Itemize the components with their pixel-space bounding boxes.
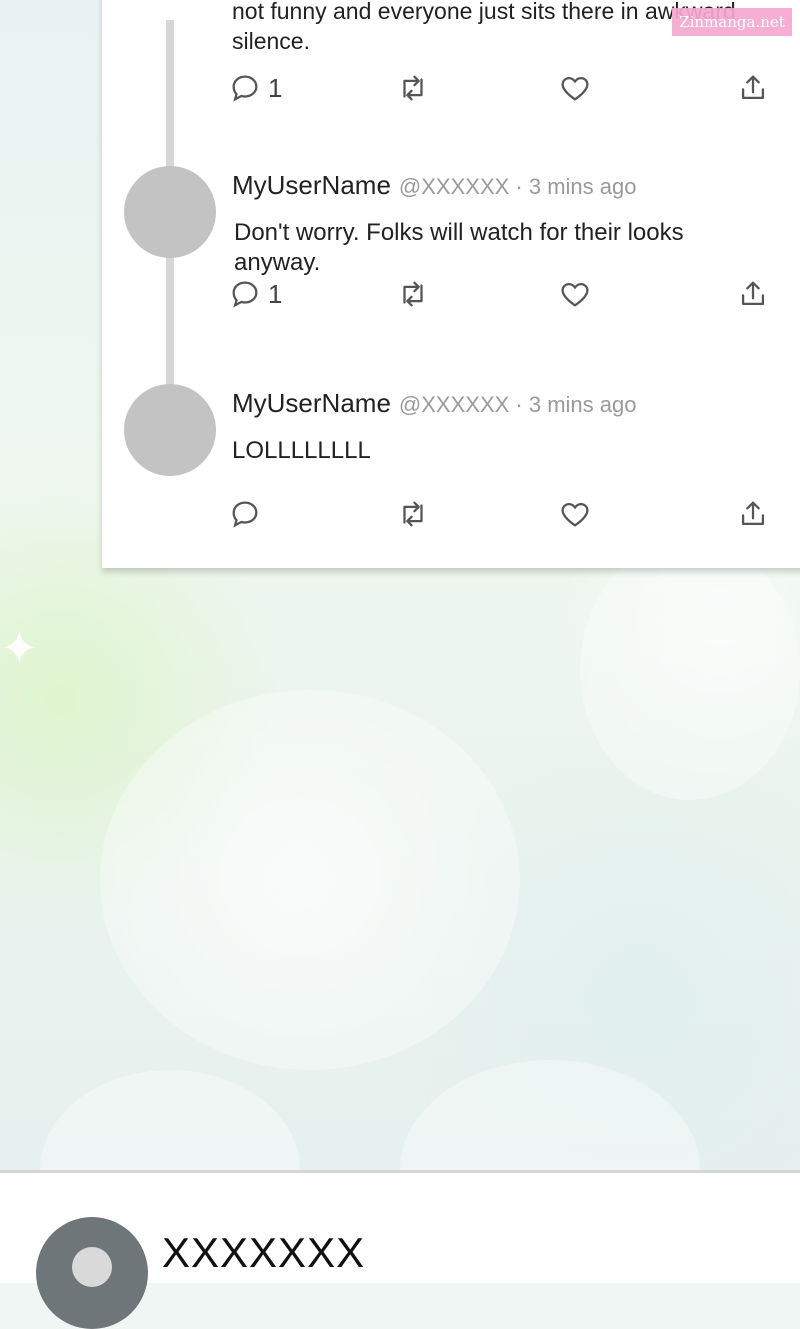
thread-line	[166, 20, 174, 168]
like-icon	[561, 502, 589, 527]
avatar[interactable]	[124, 166, 216, 258]
reply-count: 1	[268, 72, 283, 103]
share-icon	[741, 75, 765, 100]
like-icon	[561, 76, 589, 101]
share-icon	[741, 501, 765, 526]
share-icon	[741, 281, 765, 306]
bokeh-circle	[580, 540, 800, 800]
reply-button[interactable]: 1	[228, 274, 282, 314]
tweet-header: MyUserName @XXXXXX · 3 mins ago	[232, 170, 636, 201]
sparkle-icon: ✦	[0, 622, 39, 674]
like-button[interactable]	[558, 274, 592, 314]
reply-count: 1	[268, 278, 283, 309]
thread-line	[166, 250, 174, 390]
handle-timestamp: @XXXXXX · 3 mins ago	[398, 392, 637, 417]
like-button[interactable]	[558, 68, 592, 108]
bokeh-circle	[400, 1060, 700, 1170]
retweet-icon	[403, 501, 423, 527]
reply-icon	[232, 281, 258, 308]
avatar[interactable]	[36, 1217, 148, 1329]
avatar-head-shape	[72, 1247, 112, 1287]
handle-timestamp: @XXXXXX · 3 mins ago	[398, 174, 637, 199]
tweet-text: Don't worry. Folks will watch for their …	[234, 219, 684, 276]
share-button[interactable]	[736, 274, 770, 314]
site-watermark: Zinmanga.net	[672, 8, 792, 36]
tweet-actions	[228, 494, 788, 534]
share-button[interactable]	[736, 494, 770, 534]
bokeh-circle	[40, 1070, 300, 1170]
retweet-button[interactable]	[396, 274, 430, 314]
tweet-text: LOLLLLLLLL	[232, 437, 371, 464]
tweet-actions: 1	[228, 68, 788, 108]
share-button[interactable]	[736, 68, 770, 108]
like-button[interactable]	[558, 494, 592, 534]
username[interactable]: MyUserName	[232, 170, 391, 200]
reply-button[interactable]: 1	[228, 68, 282, 108]
username[interactable]: MyUserName	[232, 388, 391, 418]
retweet-button[interactable]	[396, 68, 430, 108]
reply-icon	[232, 75, 258, 102]
bottom-profile-panel: XXXXXXX	[0, 1170, 800, 1329]
reply-button[interactable]	[228, 494, 268, 534]
retweet-icon	[403, 75, 423, 101]
like-icon	[561, 282, 589, 307]
tweet-header: MyUserName @XXXXXX · 3 mins ago	[232, 388, 636, 419]
retweet-button[interactable]	[396, 494, 430, 534]
tweet-thread-card: not funny and everyone just sits there i…	[102, 0, 800, 568]
retweet-icon	[403, 281, 423, 307]
profile-name: XXXXXXX	[162, 1229, 366, 1276]
tweet-actions: 1	[228, 274, 788, 314]
reply-icon	[232, 501, 258, 528]
avatar[interactable]	[124, 384, 216, 476]
bokeh-circle	[100, 690, 520, 1070]
